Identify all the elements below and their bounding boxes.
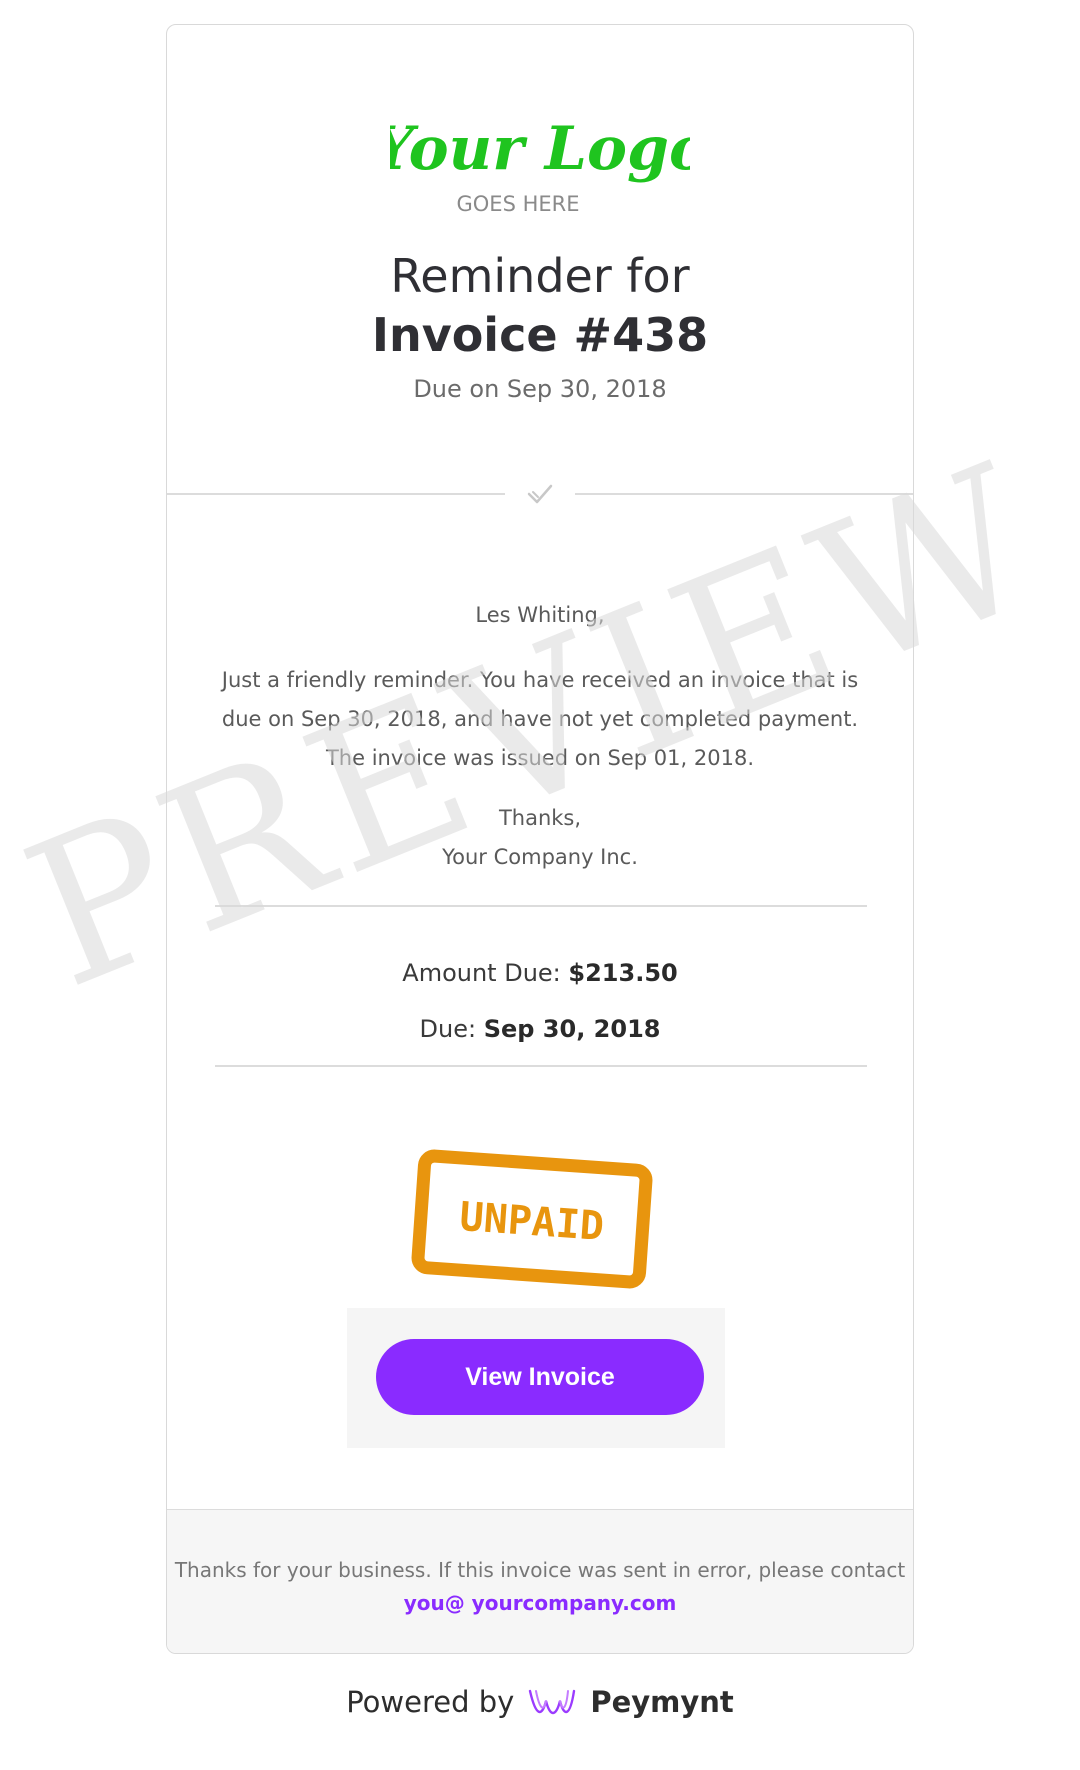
footer-message: Thanks for your business. If this invoic… — [174, 1558, 906, 1582]
logo-image: Your Logo GOES HERE — [390, 114, 690, 216]
due-date-row: Due: Sep 30, 2018 — [167, 1015, 913, 1043]
contact-email-link[interactable]: you@ yourcompany.com — [404, 1591, 677, 1615]
reminder-message: Just a friendly reminder. You have recei… — [221, 668, 859, 770]
amount-due-value: $213.50 — [568, 959, 678, 987]
amount-due-label: Amount Due: — [402, 959, 561, 987]
header-divider-left — [167, 493, 505, 495]
customer-greeting: Les Whiting, — [475, 603, 605, 627]
due-date-subtitle: Due on Sep 30, 2018 — [413, 375, 667, 403]
peymynt-logo-icon — [529, 1689, 576, 1715]
logo-sub-text: GOES HERE — [457, 192, 580, 216]
button-container: View Invoice — [347, 1308, 725, 1448]
signoff-thanks: Thanks, — [498, 806, 582, 830]
due-label: Due: — [419, 1015, 477, 1043]
checkmark-divider-icon — [527, 484, 553, 504]
powered-by-label: Powered by — [346, 1685, 515, 1719]
header-divider-right — [575, 493, 913, 495]
unpaid-stamp: UNPAID — [411, 1149, 653, 1289]
footer-text: Thanks for your business. If this invoic… — [167, 1554, 913, 1620]
unpaid-stamp-text: UNPAID — [458, 1194, 605, 1250]
powered-by-footer: Powered by Peymynt — [0, 1680, 1080, 1724]
view-invoice-button[interactable]: View Invoice — [376, 1339, 704, 1415]
company-logo: Your Logo GOES HERE — [167, 99, 913, 239]
summary-divider-bottom — [215, 1065, 867, 1067]
reminder-title: Reminder for — [390, 249, 690, 303]
logo-main-text: Your Logo — [390, 114, 690, 184]
invoice-email-card: Your Logo GOES HERE Reminder for Invoice… — [166, 24, 914, 1654]
email-footer: Thanks for your business. If this invoic… — [167, 1509, 913, 1653]
signoff: Thanks, Your Company Inc. — [167, 799, 913, 877]
amount-due-row: Amount Due: $213.50 — [167, 959, 913, 987]
signoff-company: Your Company Inc. — [442, 845, 638, 869]
invoice-number-title: Invoice #438 — [371, 308, 709, 362]
peymynt-brand[interactable]: Peymynt — [590, 1685, 733, 1719]
summary-divider-top — [215, 905, 867, 907]
due-value: Sep 30, 2018 — [483, 1015, 661, 1043]
